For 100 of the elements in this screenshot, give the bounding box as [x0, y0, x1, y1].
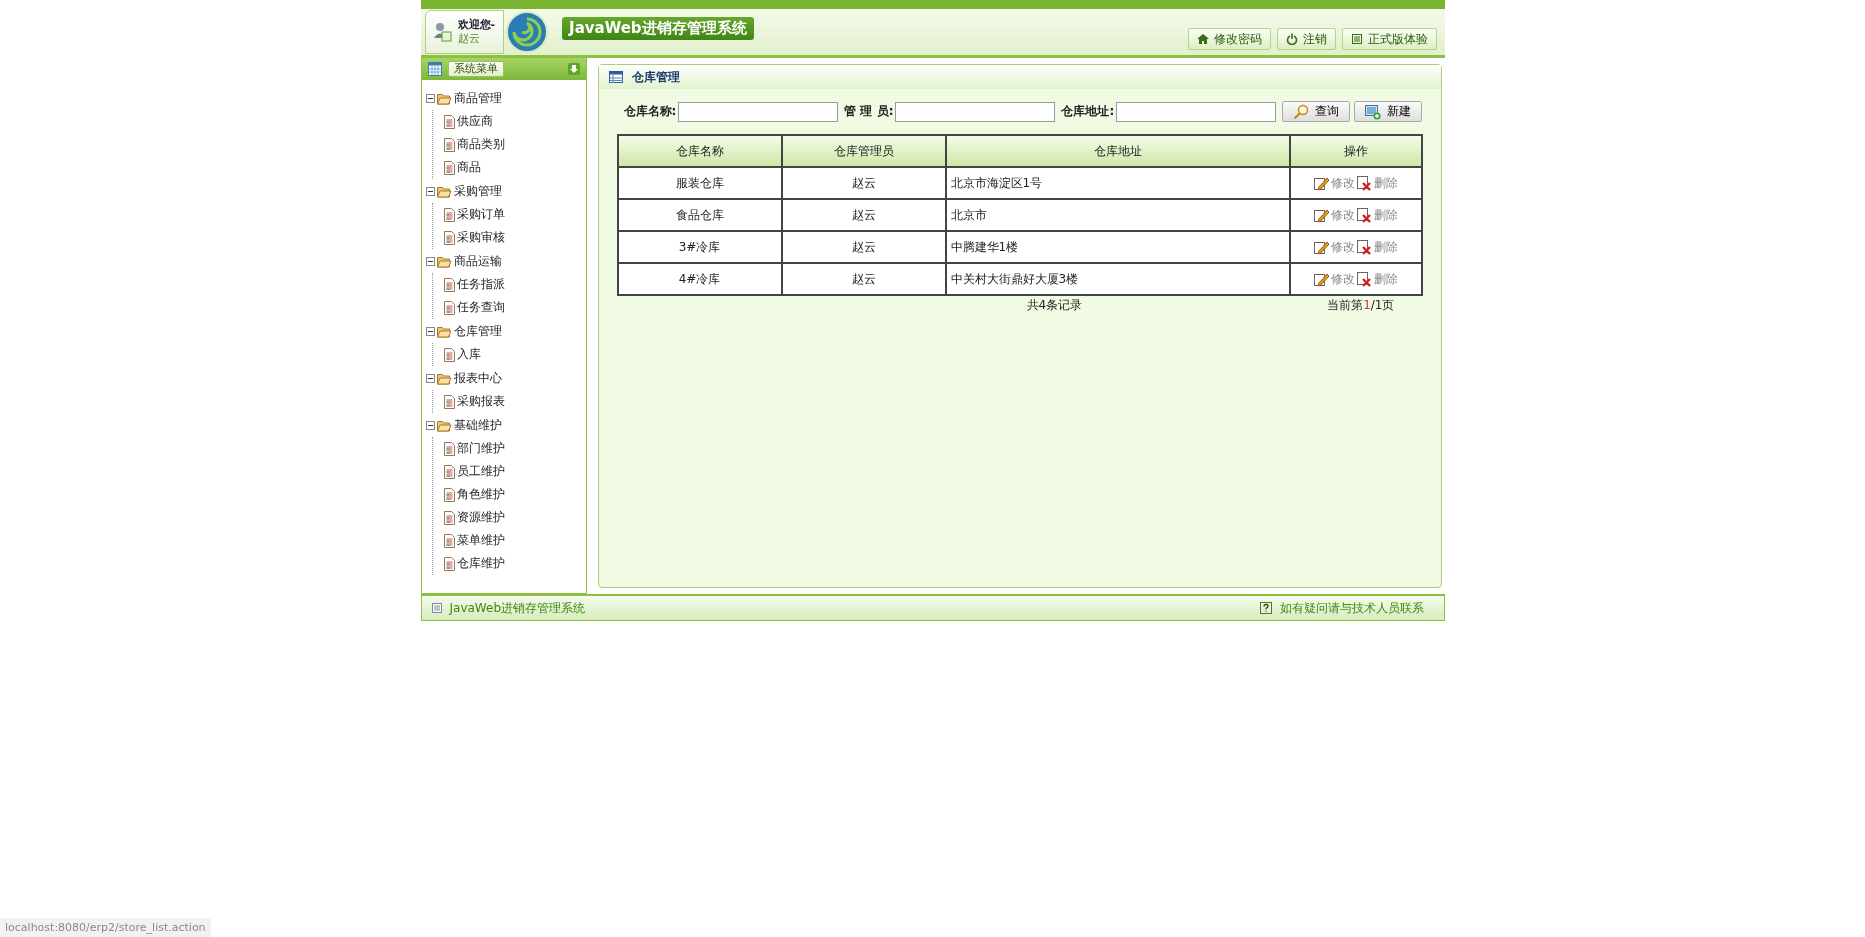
home-icon	[1196, 33, 1209, 45]
page-icon	[442, 230, 455, 245]
page-icon	[442, 556, 455, 571]
menu-item[interactable]: 商品	[456, 159, 481, 176]
folder-icon	[436, 371, 452, 385]
menu-item[interactable]: 角色维护	[456, 486, 505, 503]
delete-icon	[1356, 175, 1372, 191]
status-url: localhost:8080/erp2/store_list.action	[0, 918, 211, 937]
edit-link[interactable]: 修改	[1313, 206, 1355, 224]
menu-group[interactable]: 基础维护	[453, 416, 502, 434]
menu-group[interactable]: 采购管理	[453, 182, 502, 200]
header-button[interactable]: 注销	[1276, 28, 1336, 50]
folder-icon	[436, 324, 452, 338]
table-cell: 中关村大街鼎好大厦3楼	[945, 263, 1290, 295]
table-cell: 食品仓库	[617, 199, 782, 231]
add-picture-icon	[1365, 103, 1382, 120]
delete-link[interactable]: 删除	[1356, 270, 1398, 288]
header-button[interactable]: 正式版体验	[1341, 28, 1437, 50]
help-icon	[1259, 602, 1272, 614]
menu-item[interactable]: 员工维护	[456, 463, 505, 480]
page-icon	[442, 487, 455, 502]
edit-link[interactable]: 修改	[1313, 174, 1355, 192]
field-label: 管 理 员:	[844, 103, 894, 120]
menu-item[interactable]: 仓库维护	[456, 555, 505, 572]
collapse-icon[interactable]	[425, 326, 435, 336]
pencil-icon	[1313, 207, 1329, 223]
menu-group[interactable]: 仓库管理	[453, 322, 502, 340]
menu-item[interactable]: 部门维护	[456, 440, 505, 457]
delete-link[interactable]: 删除	[1356, 238, 1398, 256]
down-arrow-icon[interactable]	[567, 63, 580, 75]
pencil-icon	[1313, 175, 1329, 191]
input-field[interactable]	[1116, 101, 1277, 122]
page-icon	[442, 277, 455, 292]
collapse-icon[interactable]	[425, 256, 435, 266]
folder-icon	[436, 418, 452, 432]
edit-link[interactable]: 修改	[1313, 238, 1355, 256]
table-cell: 中腾建华1楼	[945, 231, 1290, 263]
table-cell: 北京市海淀区1号	[945, 167, 1290, 199]
delete-link[interactable]: 删除	[1356, 174, 1398, 192]
user-name: 赵云	[457, 32, 481, 46]
menu-item[interactable]: 商品类别	[456, 136, 505, 153]
power-icon	[1285, 33, 1298, 45]
input-field[interactable]	[895, 101, 1056, 122]
panel-title: 仓库管理	[631, 68, 680, 86]
menu-item[interactable]: 采购订单	[456, 206, 505, 223]
calendar-icon	[427, 62, 442, 76]
column-header: 操作	[1289, 135, 1422, 167]
table-cell: 北京市	[945, 199, 1290, 231]
page-icon	[442, 510, 455, 525]
folder-icon	[436, 184, 452, 198]
document-icon	[1350, 33, 1363, 45]
user-icon	[433, 22, 452, 42]
page-icon	[442, 207, 455, 222]
page-indicator: 当前第1/1页	[1327, 296, 1395, 314]
menu-group[interactable]: 商品运输	[453, 252, 502, 270]
header-button[interactable]: 修改密码	[1187, 28, 1271, 50]
document-icon	[431, 603, 442, 613]
search-icon	[1293, 103, 1310, 120]
delete-icon	[1356, 207, 1372, 223]
menu-item[interactable]: 资源维护	[456, 509, 505, 526]
swirl-logo-icon	[506, 11, 549, 53]
app-title: JavaWeb进销存管理系统	[562, 17, 754, 40]
search-button[interactable]: 查询	[1282, 101, 1351, 122]
table-cell: 服装仓库	[617, 167, 782, 199]
menu-item[interactable]: 入库	[456, 346, 481, 363]
help-text: 如有疑问请与技术人员联系	[1279, 599, 1424, 617]
welcome-text: 欢迎您-	[457, 18, 496, 32]
folder-icon	[436, 254, 452, 268]
menu-group[interactable]: 报表中心	[453, 369, 502, 387]
pencil-icon	[1313, 239, 1329, 255]
sidebar-title: 系统菜单	[447, 61, 504, 77]
page-icon	[442, 394, 455, 409]
page-icon	[442, 160, 455, 175]
table-cell: 赵云	[781, 231, 946, 263]
edit-link[interactable]: 修改	[1313, 270, 1355, 288]
menu-item[interactable]: 采购报表	[456, 393, 505, 410]
delete-link[interactable]: 删除	[1356, 206, 1398, 224]
menu-item[interactable]: 采购审核	[456, 229, 505, 246]
page-icon	[442, 441, 455, 456]
menu-item[interactable]: 任务指派	[456, 276, 505, 293]
folder-icon	[436, 91, 452, 105]
new-button[interactable]: 新建	[1354, 101, 1423, 122]
page-icon	[442, 464, 455, 479]
table-cell: 3#冷库	[617, 231, 782, 263]
page-icon	[442, 533, 455, 548]
collapse-icon[interactable]	[425, 420, 435, 430]
table-cell: 赵云	[781, 167, 946, 199]
menu-item[interactable]: 供应商	[456, 113, 493, 130]
column-header: 仓库管理员	[781, 135, 946, 167]
table-cell: 赵云	[781, 263, 946, 295]
collapse-icon[interactable]	[425, 186, 435, 196]
menu-item[interactable]: 菜单维护	[456, 532, 505, 549]
menu-item[interactable]: 任务查询	[456, 299, 505, 316]
field-label: 仓库地址:	[1061, 103, 1115, 120]
menu-group[interactable]: 商品管理	[453, 89, 502, 107]
column-header: 仓库地址	[945, 135, 1290, 167]
record-count: 共4条记录	[1026, 296, 1083, 314]
input-field[interactable]	[678, 101, 839, 122]
collapse-icon[interactable]	[425, 93, 435, 103]
collapse-icon[interactable]	[425, 373, 435, 383]
